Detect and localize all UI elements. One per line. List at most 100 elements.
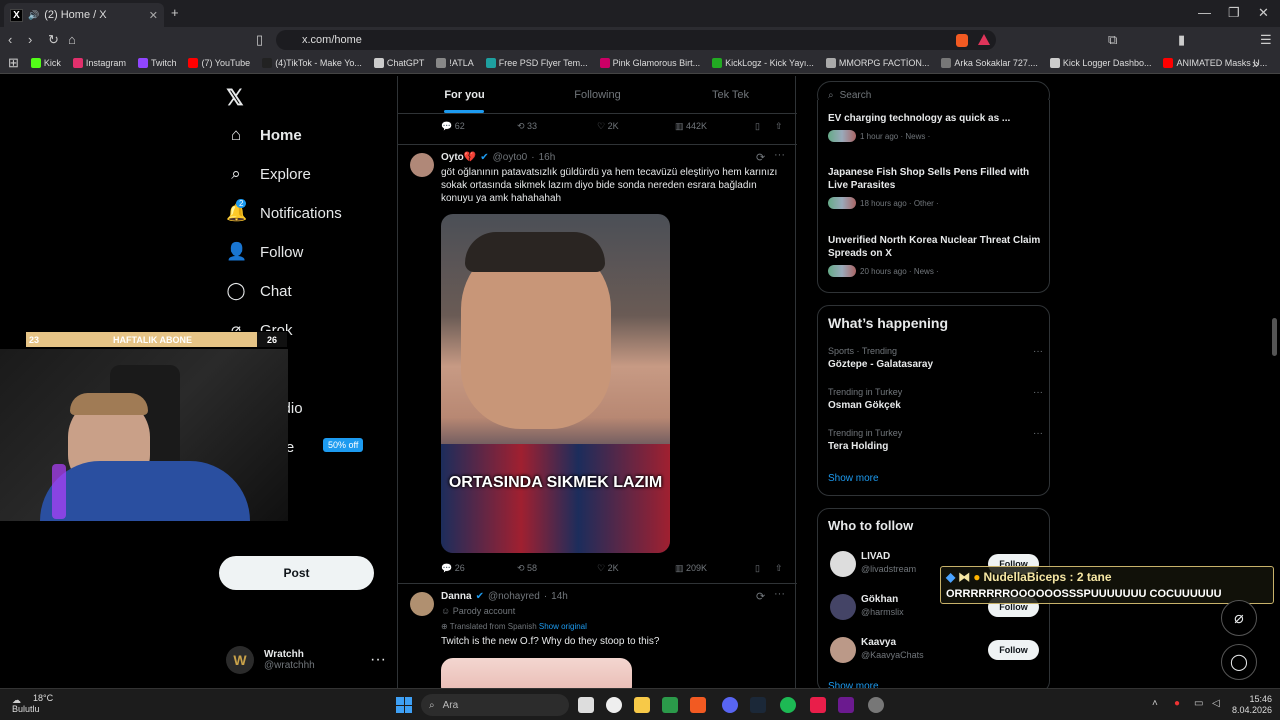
bookmark-item[interactable]: KickLogz - Kick Yayı... [712,58,814,68]
grok-float-icon[interactable]: ⌀ [1221,600,1257,636]
trend-item[interactable]: Sports · Trending Göztepe - Galatasaray ··… [828,346,1043,370]
steam-icon[interactable] [750,697,766,713]
like-button[interactable]: ♡ 2K [597,563,675,574]
sidebar-item-home[interactable]: ⌂ Home [226,122,386,148]
more-options-icon[interactable]: ··· [370,651,386,669]
forward-icon[interactable]: › [28,32,32,47]
start-icon[interactable] [396,697,412,713]
app-red-icon[interactable] [810,697,826,713]
bookmark-item[interactable]: Free PSD Flyer Tem... [485,58,588,68]
bookmark-item[interactable]: Arka Sokaklar 727.... [941,58,1038,68]
maximize-icon[interactable]: ❐ [1228,5,1240,21]
taskview-icon[interactable] [578,697,594,713]
tweet-author-name[interactable]: Oyto💔 [441,152,476,163]
tweet-image[interactable] [441,658,632,688]
bookmark-item[interactable]: ChatGPT [373,58,424,68]
bookmark-item[interactable]: Kick Logger Dashbo... [1049,58,1151,68]
suggestion-avatar[interactable] [830,637,856,663]
discord-icon[interactable] [722,697,738,713]
volume-icon[interactable]: ◁ [1212,698,1220,709]
bookmark-item[interactable]: Kick [30,58,61,68]
menu-icon[interactable]: ☰ [1260,32,1272,48]
like-button[interactable]: ♡ 2K [597,121,675,132]
show-original-link[interactable]: Show original [539,622,587,631]
suggestion-avatar[interactable] [830,551,856,577]
news-item[interactable]: EV charging technology as quick as ... 1 … [828,112,1043,142]
tweet-more-icon[interactable]: ··· [774,149,785,161]
obs-icon[interactable] [606,697,622,713]
news-item[interactable]: Unverified North Korea Nuclear Threat Cl… [828,234,1043,277]
sidebar-toggle-icon[interactable]: ▮ [1178,32,1185,48]
bookmark-page-icon[interactable]: ▯ [256,32,263,48]
weather-widget[interactable]: ☁ 18°C Bulutlu [12,693,53,715]
tab-following[interactable]: Following [531,76,664,113]
close-window-icon[interactable]: ✕ [1258,5,1269,21]
tweet[interactable]: Oyto💔 ✔ @oyto0 · 16h ⟳ ··· göt oğlanının… [398,145,797,583]
close-tab-icon[interactable]: ✕ [149,9,158,22]
tab-for-you[interactable]: For you [398,76,531,113]
back-icon[interactable]: ‹ [8,32,12,47]
tweet-avatar[interactable] [410,153,434,177]
bookmark-item[interactable]: MMORPG FACTİON... [825,58,929,68]
sidebar-item-explore[interactable]: ⌕ Explore [226,161,386,187]
tweet-avatar[interactable] [410,592,434,616]
trend-more-icon[interactable]: ··· [1033,387,1043,398]
sidebar-item-chat[interactable]: ◯ Chat [226,278,386,304]
tweet-author-name[interactable]: Danna [441,591,472,602]
show-more-link[interactable]: Show more [828,473,879,484]
reply-button[interactable]: 💬 62 [441,121,517,132]
sidebar-item-notifications[interactable]: 🔔 2 Notifications [226,199,386,226]
bookmark-item[interactable]: !ATLA [436,58,474,68]
repost-button[interactable]: ⟲ 58 [517,563,597,574]
trend-more-icon[interactable]: ··· [1033,428,1043,439]
brave-rewards-icon[interactable] [978,34,990,45]
news-item[interactable]: Japanese Fish Shop Sells Pens Filled wit… [828,166,1043,209]
bookmark-item[interactable]: Pink Glamorous Birt... [599,58,700,68]
tray-chevron-icon[interactable]: ˄ [1152,698,1158,709]
brave-taskbar-icon[interactable] [690,697,706,713]
browser-tab[interactable]: X 🔊 (2) Home / X ✕ [4,3,164,27]
grok-explain-icon[interactable]: ⟳ [756,590,765,603]
store-icon[interactable] [662,697,678,713]
tab-tek-tek[interactable]: Tek Tek [664,76,797,113]
bookmark-item[interactable]: (4)TikTok - Make Yo... [262,58,362,68]
bookmark-item[interactable]: (7) YouTube [188,58,250,68]
clock[interactable]: 15:46 8.04.2026 [1228,694,1272,716]
bookmark-icon[interactable]: ▯ [755,563,775,574]
home-browser-icon[interactable]: ⌂ [68,32,76,47]
x-logo-icon[interactable]: 𝕏 [226,85,244,111]
account-switcher[interactable]: W Wratchh @wratchhh ··· [226,645,386,675]
tweet-author-handle[interactable]: @oyto0 [493,152,528,163]
network-icon[interactable]: ▭ [1194,698,1203,709]
bookmark-item[interactable]: Instagram [72,58,126,68]
post-button[interactable]: Post [219,556,374,590]
brave-shield-icon[interactable] [956,34,968,47]
reply-button[interactable]: 💬 26 [441,563,517,574]
repost-button[interactable]: ⟲ 33 [517,121,597,132]
reload-icon[interactable]: ↻ [48,32,59,48]
tweet[interactable]: Danna ✔ @nohayred · 14h ⟳ ··· ☺ Parody a… [398,584,797,688]
messages-float-icon[interactable]: ◯ [1221,644,1257,680]
bookmark-icon[interactable]: ▯ [755,121,775,132]
extensions-icon[interactable]: ⧉ [1108,32,1117,48]
tweet-author-handle[interactable]: @nohayred [488,591,540,602]
spotify-icon[interactable] [780,697,796,713]
tweet-more-icon[interactable]: ··· [774,588,785,600]
microphone-icon[interactable]: ● [1174,698,1180,709]
share-icon[interactable]: ⇧ [775,121,783,132]
settings-app-icon[interactable] [868,697,884,713]
follow-suggestion[interactable]: Kaavya @KaavyaChats Follow [828,635,1043,667]
minimize-icon[interactable]: — [1198,5,1211,20]
tweet-time[interactable]: 14h [551,591,568,602]
app-purple-icon[interactable] [838,697,854,713]
more-bookmarks-icon[interactable]: » [1252,56,1259,71]
address-bar[interactable]: x.com/home [276,30,996,50]
trend-more-icon[interactable]: ··· [1033,346,1043,357]
trend-item[interactable]: Trending in Turkey Osman Gökçek ··· [828,387,1043,411]
grok-explain-icon[interactable]: ⟳ [756,151,765,164]
suggestion-avatar[interactable] [830,594,856,620]
sidebar-item-follow[interactable]: 👤 Follow [226,239,386,265]
trend-item[interactable]: Trending in Turkey Tera Holding ··· [828,428,1043,452]
bookmark-item[interactable]: Twitch [137,58,176,68]
page-scrollbar[interactable] [1272,318,1277,356]
